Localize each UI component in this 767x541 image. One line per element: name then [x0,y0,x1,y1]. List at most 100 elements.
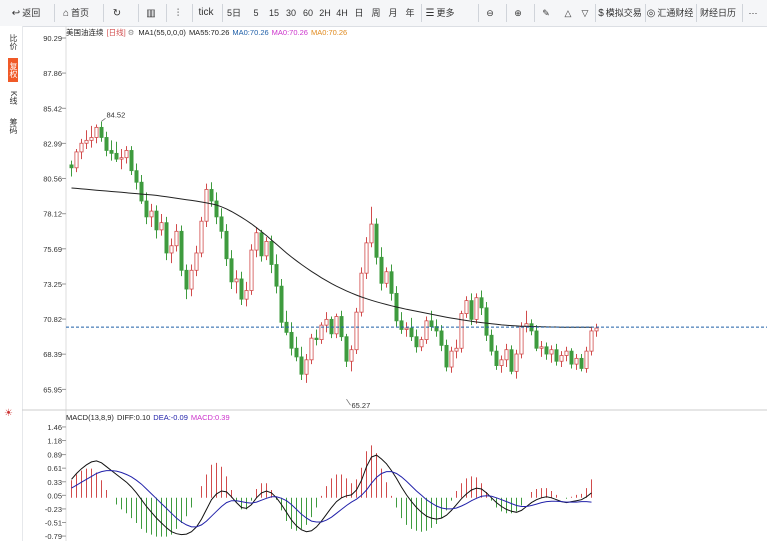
candle-body [164,222,169,254]
back-button[interactable]: ↩ 返回 [4,4,48,22]
refresh-icon: ↻ [112,8,122,19]
main-ytick-label: 78.12 [43,210,62,219]
candle-body [444,344,449,368]
zoom-in-button[interactable]: ⊕ [506,4,529,22]
candle-body [459,313,464,349]
period-year[interactable]: 年 [402,4,418,22]
period-5d[interactable]: 5日 [222,4,245,22]
candle-body [509,349,514,372]
overflow-button[interactable]: ⋯ [742,4,763,22]
macd-ytick-label: -0.51 [45,519,62,528]
main-ytick-label: 90.29 [43,34,62,43]
candle-body [274,264,279,287]
candle-body [584,350,589,369]
candle-body [594,327,599,332]
period-60min[interactable]: 60 [300,4,316,22]
sidebar-item-compare[interactable]: 比价 [8,30,18,54]
candle-body [329,318,334,335]
chart-area[interactable]: 90.29 87.86 85.42 82.99 80.56 78.12 75.69 73.25… [22,26,767,541]
period-month[interactable]: 月 [385,4,401,22]
candle-body [474,297,479,320]
candle-body [344,336,349,362]
sidebar-item-chips[interactable]: 筹码 [8,114,18,138]
low-price-label: 65.27 [352,401,371,410]
candle-body [589,330,594,352]
candle-body [404,327,409,330]
triangle-down-button[interactable]: ▽ [577,4,593,22]
candle-body [269,241,274,265]
candle-body [489,334,494,352]
period-week[interactable]: 周 [368,4,384,22]
candle-body [309,337,314,361]
sim-trade-button[interactable]: $ 模拟交易 [595,4,644,22]
candle-body [149,210,154,218]
menu-icon: ☰ [425,8,435,19]
sidebar-item-adjust[interactable]: 复权 [8,58,18,82]
sidebar: 比价 复权 K线 筹码 ☀ [0,26,23,541]
draw-line-button[interactable]: ✎ [534,4,557,22]
candle-body [364,242,369,274]
candle-body [389,271,394,294]
candle-body [354,311,359,351]
main-ytick-label: 82.99 [43,139,62,148]
period-30min[interactable]: 30 [283,4,299,22]
macd-ytick-label: 1.46 [47,423,62,432]
candle-body [369,223,374,244]
candle-body [579,357,584,369]
candle-body [264,241,269,257]
more-button[interactable]: ☰ 更多 [421,4,458,22]
kline-type-button[interactable]: ▥ [138,4,165,22]
candle-body [549,349,554,355]
macd-ytick-label: 0.89 [47,451,62,460]
candle-body [134,170,139,183]
candle-body [379,256,384,284]
triangle-down-icon: ▽ [581,8,589,18]
zoom-out-button[interactable]: ⊖ [478,4,501,22]
candle-body [384,271,389,284]
candle-body [79,142,84,153]
triangle-up-button[interactable]: △ [560,4,576,22]
candle-body [349,349,354,362]
candle-body [139,181,144,202]
period-15min[interactable]: 15 [266,4,282,22]
candle-body [504,349,509,361]
period-2h[interactable]: 2H [317,4,333,22]
main-ytick-label: 85.42 [43,104,62,113]
candle-body [574,357,579,365]
period-5min[interactable]: 5 [248,4,264,22]
period-4h[interactable]: 4H [334,4,350,22]
refresh-button[interactable]: ↻ [103,4,132,22]
triangle-up-icon: △ [564,8,572,18]
fx-news-button[interactable]: ◎ 汇通财经 [645,4,694,22]
candle-body [69,164,74,169]
calendar-button[interactable]: 财经日历 [696,4,739,22]
main-ytick-label: 75.69 [43,245,62,254]
candle-body [419,339,424,348]
macd-ytick-label: 1.18 [47,437,62,446]
candle-body [314,337,319,340]
candle-body [409,327,414,338]
candle-body [254,232,259,251]
timeline-button[interactable]: ⫶ [166,4,191,22]
candle-body [544,346,549,355]
back-arrow-icon: ↩ [11,8,21,19]
candle-body [414,336,419,348]
candle-body [159,222,164,231]
macd-ytick-label: 0.33 [47,478,62,487]
candle-body [239,278,244,300]
candle-body [294,347,299,358]
annotation-leader [346,399,351,406]
home-button[interactable]: ⌂ 首页 [54,4,97,22]
candle-body [209,189,214,202]
tick-button[interactable]: tick [192,4,219,22]
candle-body [399,320,404,330]
sun-icon[interactable]: ☀ [4,408,13,419]
high-price-label: 84.52 [107,110,126,119]
candle-body [374,223,379,258]
timeline-icon: ⫶ [176,8,180,19]
candle-body [219,216,224,232]
candle-body [339,316,344,338]
period-day[interactable]: 日 [351,4,367,22]
sidebar-item-kline[interactable]: K线 [8,86,18,110]
macd-ytick-label: -0.23 [45,505,62,514]
